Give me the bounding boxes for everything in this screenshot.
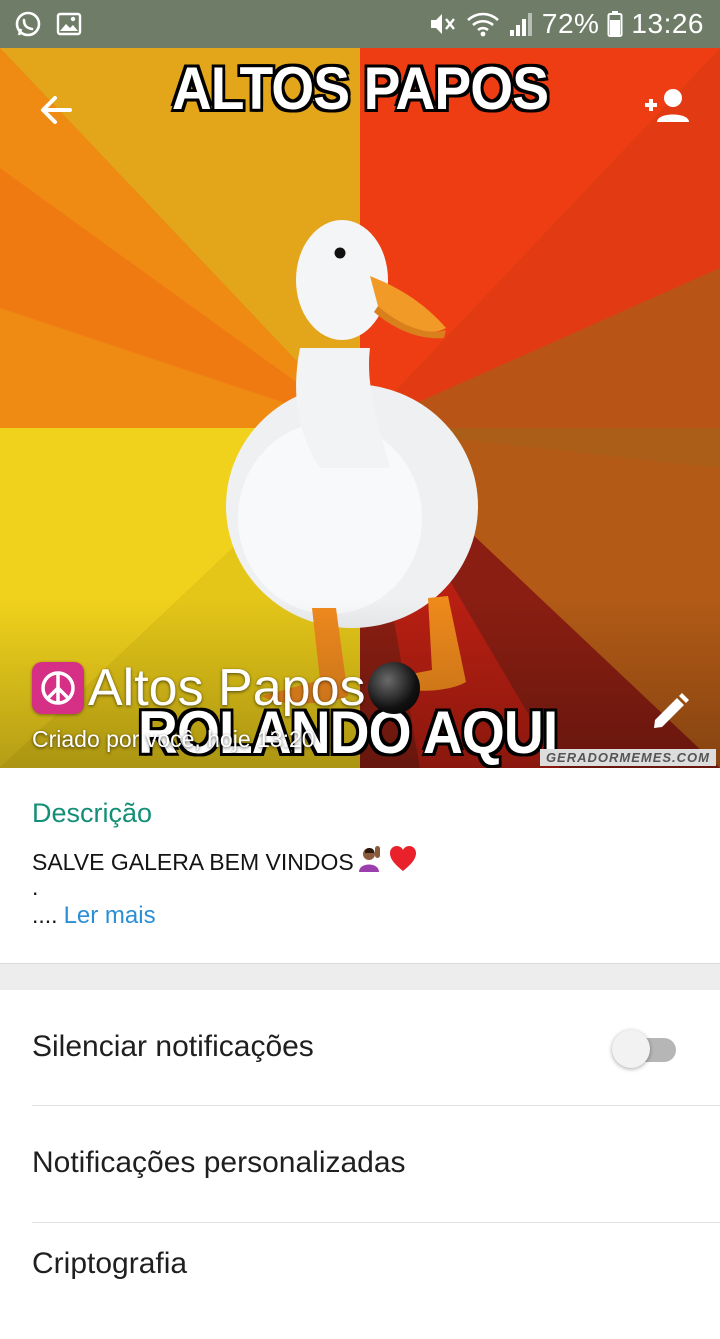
created-info: Criado por você, hoje 13:20	[32, 726, 315, 752]
meme-top-text: ALTOS PAPOS	[171, 55, 549, 122]
description-ellipsis: ....	[32, 902, 58, 928]
group-name-text: Altos Papos	[88, 659, 366, 717]
section-gap	[0, 964, 720, 990]
back-arrow-icon	[41, 96, 72, 124]
add-participant-button[interactable]	[638, 80, 698, 132]
encryption-label: Criptografia	[32, 1247, 188, 1280]
person-raising-hand-icon	[356, 844, 386, 880]
read-more-link[interactable]: Ler mais	[64, 902, 156, 929]
pencil-icon	[654, 693, 689, 728]
peace-symbol-icon	[32, 662, 84, 714]
wifi-icon	[466, 10, 500, 38]
description-section[interactable]: Descrição SALVE GALERA BEM VINDOS . ....…	[0, 768, 720, 964]
whatsapp-icon	[14, 10, 42, 38]
mute-notifications-label: Silenciar notificações	[32, 1030, 314, 1063]
custom-notifications-label: Notificações personalizadas	[32, 1146, 406, 1179]
meme-watermark: GERADORMEMES.COM	[539, 749, 716, 766]
mute-notifications-row[interactable]: Silenciar notificações	[0, 990, 720, 1106]
description-line-1: SALVE GALERA BEM VINDOS	[32, 844, 418, 880]
description-line-2: .	[32, 874, 39, 900]
settings-list: Silenciar notificações Notificações pers…	[0, 990, 720, 1280]
group-name: Altos Papos	[32, 658, 420, 718]
mute-toggle[interactable]	[612, 1030, 676, 1068]
mute-toggle-knob	[612, 1030, 650, 1068]
battery-percent: 72%	[541, 8, 600, 39]
group-photo[interactable]: ALTOS PAPOS ROLANDO AQUI NEH GERADORMEME…	[0, 48, 720, 768]
red-heart-icon	[388, 844, 418, 880]
clock: 13:26	[631, 8, 704, 39]
custom-notifications-row[interactable]: Notificações personalizadas	[0, 1106, 720, 1222]
description-line-3: .... Ler mais	[32, 902, 156, 930]
add-participant-icon	[645, 89, 689, 122]
signal-icon	[508, 10, 534, 38]
description-text: SALVE GALERA BEM VINDOS	[32, 848, 354, 875]
description-heading: Descrição	[32, 798, 153, 828]
black-circle-icon	[367, 662, 420, 714]
back-button[interactable]	[30, 84, 82, 136]
status-bar: 72% 13:26	[0, 0, 720, 48]
edit-group-button[interactable]	[648, 690, 692, 734]
battery-icon	[607, 10, 623, 38]
mute-icon	[428, 10, 458, 38]
gallery-icon	[56, 11, 82, 37]
encryption-row[interactable]: Criptografia	[0, 1223, 720, 1339]
